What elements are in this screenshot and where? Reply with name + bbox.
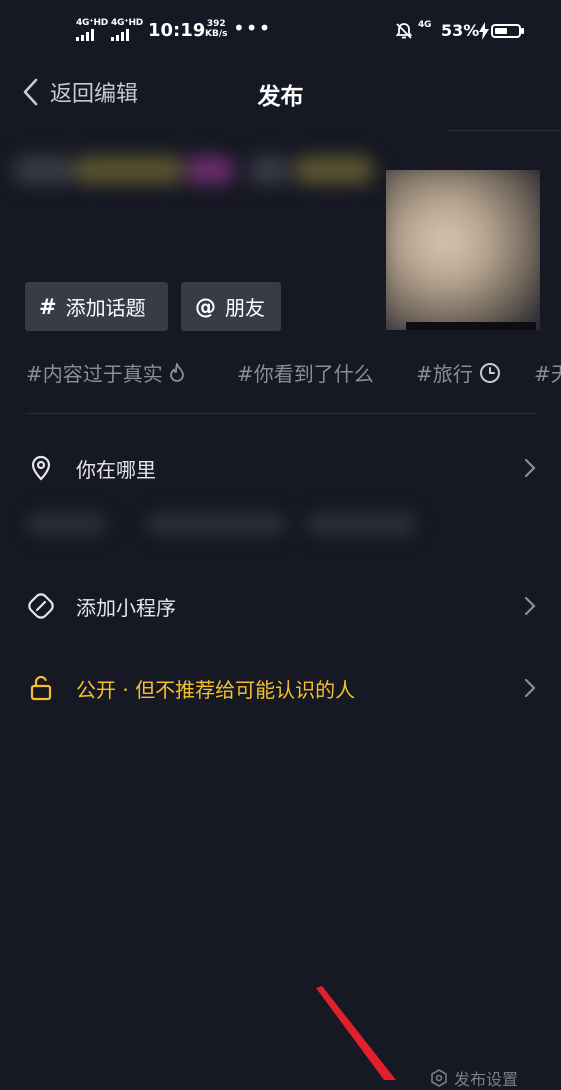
mini-program-label: 添加小程序	[76, 595, 176, 620]
net-speed-unit: KB/s	[205, 29, 228, 39]
status-bar: 4G⁺HD 4G⁺HD 10:19 392 KB/s ••• 4G 53%	[0, 0, 561, 62]
add-mini-program-row[interactable]: 添加小程序	[26, 584, 536, 628]
sim2-label: 4G⁺HD	[111, 18, 143, 28]
cover-shadow	[406, 322, 536, 330]
fire-icon	[169, 362, 184, 382]
mention-friend-label: 朋友	[225, 296, 265, 320]
mention-friend-button[interactable]: @ 朋友	[181, 282, 281, 331]
battery-icon	[491, 24, 524, 38]
clock-time: 10:19	[148, 20, 206, 41]
link-icon	[26, 591, 56, 621]
topic-suggestion[interactable]: #旅行	[416, 358, 501, 387]
clock-icon	[479, 362, 500, 383]
location-suggestions[interactable]	[26, 502, 436, 546]
red-annotation-arrow	[316, 986, 396, 1080]
chevron-right-icon	[524, 678, 536, 698]
battery-percent: 53%	[441, 21, 480, 40]
more-notifications: •••	[233, 16, 272, 40]
chevron-right-icon	[524, 596, 536, 616]
video-cover-thumbnail[interactable]	[386, 170, 540, 330]
divider	[26, 413, 536, 414]
page-title: 发布	[257, 84, 304, 110]
charging-icon	[479, 22, 489, 40]
location-row[interactable]: 你在哪里	[26, 446, 536, 490]
topic-suggestion[interactable]: #天	[534, 358, 561, 387]
signal-icon	[111, 29, 143, 41]
add-topic-label: 添加话题	[65, 296, 146, 320]
sim1-signal: 4G⁺HD	[76, 18, 108, 41]
hashtag-icon: #	[39, 294, 57, 319]
location-label: 你在哪里	[76, 457, 156, 482]
settings-hexagon-icon	[431, 1069, 447, 1087]
location-pin-icon	[26, 453, 56, 483]
topic-label: #天	[534, 362, 561, 386]
publish-settings-button[interactable]: 发布设置	[430, 1066, 518, 1090]
sim2-signal: 4G⁺HD	[111, 18, 143, 41]
topic-label: #你看到了什么	[237, 362, 374, 386]
sim1-label: 4G⁺HD	[76, 18, 108, 28]
cover-image	[386, 170, 540, 330]
topic-suggestions: #内容过于真实 #你看到了什么 #旅行 #天	[26, 358, 561, 392]
caption-input[interactable]	[14, 148, 374, 196]
topic-suggestion[interactable]: #你看到了什么	[237, 358, 374, 387]
publish-settings-label: 发布设置	[454, 1070, 519, 1089]
divider	[448, 130, 561, 131]
net-speed: 392 KB/s	[205, 19, 227, 39]
net-speed-value: 392	[206, 19, 226, 29]
topic-label: #内容过于真实	[26, 362, 163, 386]
mute-bell-icon	[395, 23, 413, 39]
topic-label: #旅行	[416, 362, 473, 386]
topic-suggestion[interactable]: #内容过于真实	[26, 358, 185, 387]
at-icon: @	[195, 294, 216, 319]
signal-icon	[76, 29, 108, 41]
unlock-icon	[26, 673, 56, 703]
chevron-right-icon	[524, 458, 536, 478]
privacy-setting-row[interactable]: 公开 · 但不推荐给可能认识的人	[26, 666, 536, 710]
privacy-label: 公开 · 但不推荐给可能认识的人	[76, 677, 356, 702]
add-topic-button[interactable]: # 添加话题	[25, 282, 168, 331]
network-type: 4G	[418, 20, 432, 30]
